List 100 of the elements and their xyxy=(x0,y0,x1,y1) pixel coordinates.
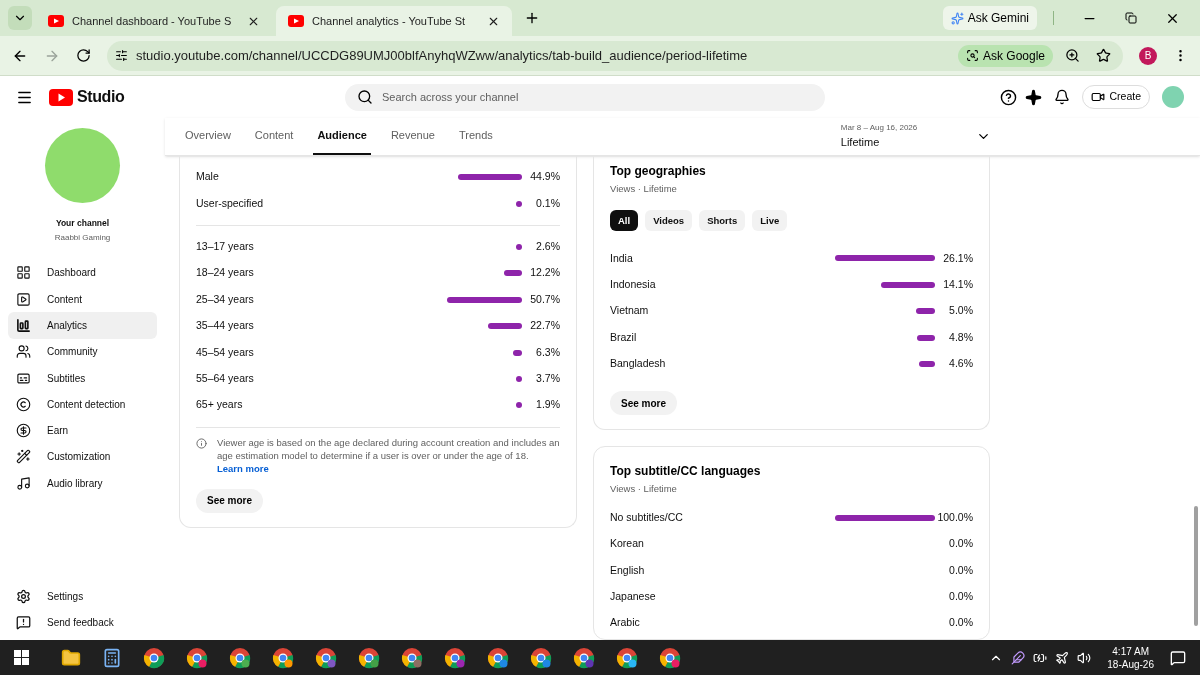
row-value: 12.2% xyxy=(529,265,560,281)
sidebar-item[interactable]: Analytics xyxy=(8,312,157,339)
sidebar-item[interactable]: Customization xyxy=(8,443,157,471)
filter-chip[interactable]: Videos xyxy=(645,210,693,232)
browser-icon[interactable] xyxy=(487,646,509,669)
browser-icon[interactable] xyxy=(229,646,251,669)
bar-fill xyxy=(881,281,935,288)
bar-fill xyxy=(516,375,522,382)
row-label: India xyxy=(610,250,634,266)
scrollbar[interactable] xyxy=(1194,506,1198,626)
row-label: Male xyxy=(196,169,220,185)
analytics-tab[interactable]: Trends xyxy=(454,118,497,155)
browser-icon[interactable] xyxy=(616,646,638,669)
search-field[interactable]: Search across your channel xyxy=(345,83,825,111)
bookmark-icon[interactable] xyxy=(1096,48,1111,63)
sparkle-icon[interactable] xyxy=(1025,88,1043,106)
see-more-button[interactable]: See more xyxy=(610,391,678,416)
new-tab-icon[interactable] xyxy=(524,10,540,26)
bar-fill xyxy=(457,174,522,181)
calculator-icon[interactable] xyxy=(102,647,122,668)
see-more-button[interactable]: See more xyxy=(196,488,264,513)
browser-icon[interactable] xyxy=(659,646,681,669)
row-value: 26.1% xyxy=(942,250,973,266)
file-explorer-icon[interactable] xyxy=(61,647,81,668)
row-label: 65+ years xyxy=(196,397,244,413)
analytics-tab[interactable]: Overview xyxy=(181,118,235,155)
row-label: No subtitles/CC xyxy=(610,509,684,525)
channel-label: Your channel xyxy=(55,217,110,230)
browser-icon[interactable] xyxy=(186,646,208,669)
learn-more-link[interactable]: Learn more xyxy=(217,461,560,475)
bar-fill xyxy=(516,243,522,250)
url-text: studio.youtube.com/channel/UCCDG89UMJ00blfAnyhqWZww/analytics/tab-build_audience/period-lifetime xyxy=(136,46,749,65)
profile-avatar[interactable]: B xyxy=(1139,46,1157,65)
browser-icon[interactable] xyxy=(358,646,380,669)
address-bar[interactable]: studio.youtube.com/channel/UCCDG89UMJ00blfAnyhqWZww/analytics/tab-build_audience/period-lifetime Ask Google xyxy=(107,40,1123,71)
notifications-icon[interactable] xyxy=(1054,89,1071,105)
filter-chip[interactable]: Live xyxy=(752,210,788,232)
sidebar-icon xyxy=(16,344,31,360)
sidebar-item[interactable]: Dashboard xyxy=(8,259,157,287)
row-value: 3.7% xyxy=(535,371,560,387)
sidebar-item[interactable]: Subtitles xyxy=(8,364,157,392)
feather-icon[interactable] xyxy=(1011,650,1026,665)
video-camera-icon xyxy=(1091,90,1106,104)
sidebar-icon xyxy=(16,589,31,605)
tab-list-button[interactable] xyxy=(8,6,32,30)
browser-icon[interactable] xyxy=(143,646,165,669)
row-value: 0.0% xyxy=(948,588,973,604)
sidebar-item[interactable]: Earn xyxy=(8,417,157,444)
analytics-tab[interactable]: Revenue xyxy=(386,118,439,155)
filter-chip[interactable]: Shorts xyxy=(699,210,746,232)
browser-tab[interactable]: Channel analytics - YouTube St xyxy=(276,6,512,36)
browser-icon[interactable] xyxy=(530,646,552,669)
sidebar-item[interactable]: Community xyxy=(8,338,157,365)
volume-icon[interactable] xyxy=(1077,650,1092,665)
row-value: 44.9% xyxy=(529,169,560,185)
browser-icon[interactable] xyxy=(401,646,423,669)
row-value: 0.0% xyxy=(948,615,973,631)
logo-text: Studio xyxy=(77,87,125,107)
analytics-tab[interactable]: Content xyxy=(250,118,298,155)
windows-start-icon[interactable] xyxy=(14,650,29,665)
restore-icon[interactable] xyxy=(1125,12,1137,24)
notifications-icon[interactable] xyxy=(1170,649,1186,666)
channel-name: Raabbi Gaming xyxy=(54,231,111,244)
lens-icon xyxy=(965,49,979,62)
sidebar-icon xyxy=(16,475,31,491)
clock-date[interactable]: 18-Aug-26 xyxy=(1107,657,1154,671)
filter-chip[interactable]: All xyxy=(610,210,639,232)
sidebar-item[interactable]: Audio library xyxy=(8,470,157,497)
sidebar-item[interactable]: Send feedback xyxy=(8,609,157,636)
row-label: 13–17 years xyxy=(196,239,255,255)
sidebar-item[interactable]: Settings xyxy=(8,583,157,610)
clock-time[interactable]: 4:17 AM xyxy=(1112,644,1149,658)
analytics-tab[interactable]: Audience xyxy=(313,118,371,155)
browser-tab[interactable]: Channel dashboard - YouTube S xyxy=(36,6,272,36)
bar-fill xyxy=(487,323,522,330)
browser-icon[interactable] xyxy=(272,646,294,669)
sidebar-icon xyxy=(16,370,31,386)
row-label: Japanese xyxy=(610,588,657,604)
zoom-icon[interactable] xyxy=(1065,48,1080,63)
airplane-icon[interactable] xyxy=(1055,650,1070,665)
row-label: Arabic xyxy=(610,615,641,631)
browser-icon[interactable] xyxy=(315,646,337,669)
browser-icon[interactable] xyxy=(573,646,595,669)
row-value: 14.1% xyxy=(942,276,973,292)
browser-icon[interactable] xyxy=(444,646,466,669)
info-icon xyxy=(196,437,207,449)
ask-gemini-button[interactable]: Ask Gemini xyxy=(942,6,1037,30)
bar-fill xyxy=(918,361,935,367)
bar-fill xyxy=(513,349,522,356)
ask-google-button[interactable]: Ask Google xyxy=(957,44,1053,67)
help-icon[interactable] xyxy=(1000,88,1018,106)
row-value: 0.0% xyxy=(948,562,973,578)
sidebar-item[interactable]: Content detection xyxy=(8,391,157,418)
row-label: Brazil xyxy=(610,329,638,345)
site-info-icon[interactable] xyxy=(115,49,128,62)
youtube-logo-icon xyxy=(49,88,73,106)
card-title: Top subtitle/CC languages xyxy=(610,463,762,481)
reload-icon[interactable] xyxy=(76,48,91,63)
sidebar-item[interactable]: Content xyxy=(8,286,157,313)
date-range-picker[interactable]: Mar 8 – Aug 16, 2026 Lifetime xyxy=(840,118,991,155)
